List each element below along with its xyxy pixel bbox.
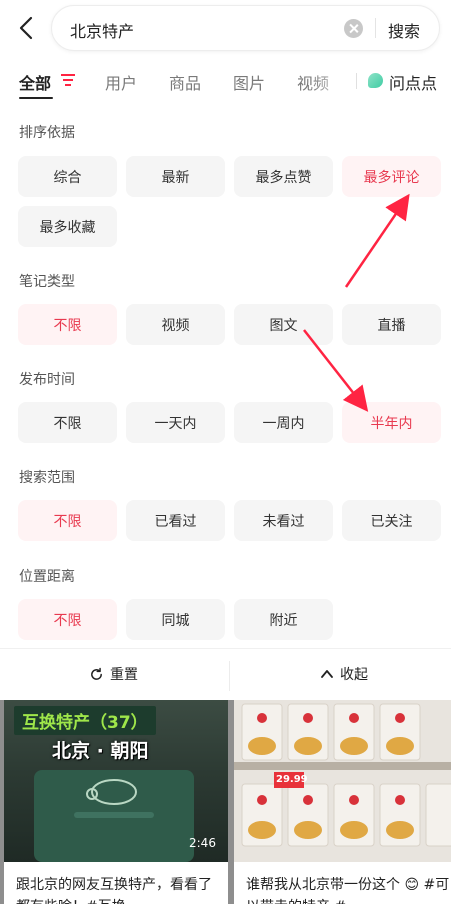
active-tab-indicator: [19, 97, 53, 99]
distance-title: 位置距离: [19, 569, 75, 585]
note-cover-badge: 互换特产（37）: [14, 706, 156, 735]
collapse-button[interactable]: 收起: [320, 664, 368, 684]
note-type-any[interactable]: 不限: [18, 304, 117, 345]
clear-icon[interactable]: [344, 19, 363, 38]
publish-time-day[interactable]: 一天内: [126, 402, 225, 443]
video-duration: 2:46: [189, 836, 216, 850]
sort-option-most-comments[interactable]: 最多评论: [342, 156, 441, 197]
action-divider: [229, 661, 230, 691]
category-tabs: 全部 用户 商品 图片 视频 问点点: [0, 60, 451, 100]
publish-time-week[interactable]: 一周内: [234, 402, 333, 443]
results-feed: 互换特产（37） 北京 · 朝阳 2:46 跟北京的网友互换特产，看看了都有些啥…: [0, 700, 451, 904]
tab-users[interactable]: 用户: [105, 70, 137, 94]
price-tag: 29.99: [276, 774, 308, 785]
reset-button[interactable]: 重置: [89, 664, 138, 684]
bakery-shelf-illustration: [234, 700, 451, 862]
scope-unviewed[interactable]: 未看过: [234, 500, 333, 541]
note-cover-image: 29.99: [234, 700, 451, 862]
tabs-separator: [356, 73, 357, 89]
reset-label: 重置: [110, 667, 138, 683]
note-cover-image: 互换特产（37） 北京 · 朝阳 2:46: [4, 700, 228, 862]
note-title: 跟北京的网友互换特产，看看了都有些啥！#互换...: [16, 877, 212, 904]
note-card[interactable]: 29.99 谁帮我从北京带一份这个 😊 #可以带走的特产 #...: [234, 700, 451, 904]
search-divider: [375, 18, 376, 38]
publish-time-title: 发布时间: [19, 372, 75, 388]
search-scope-title: 搜索范围: [19, 470, 75, 486]
search-box[interactable]: 北京特产 搜索: [51, 5, 440, 51]
sort-option-most-favorites[interactable]: 最多收藏: [18, 206, 117, 247]
tab-ask[interactable]: 问点点: [389, 70, 437, 94]
arrow-to-most-comments: [344, 193, 410, 288]
tabs-fade: [310, 68, 358, 94]
chevron-up-icon: [321, 670, 333, 678]
scope-viewed[interactable]: 已看过: [126, 500, 225, 541]
note-cover-location: 北京 · 朝阳: [52, 740, 149, 762]
refresh-icon: [91, 667, 102, 680]
note-type-video[interactable]: 视频: [126, 304, 225, 345]
tab-all[interactable]: 全部: [19, 70, 51, 94]
sort-title: 排序依据: [19, 125, 75, 141]
filter-icon[interactable]: [61, 74, 75, 86]
back-button[interactable]: [14, 14, 40, 42]
tab-products[interactable]: 商品: [169, 70, 201, 94]
collapse-label: 收起: [340, 667, 368, 683]
sort-option-newest[interactable]: 最新: [126, 156, 225, 197]
scope-followed[interactable]: 已关注: [342, 500, 441, 541]
search-button[interactable]: 搜索: [388, 18, 420, 42]
note-type-title: 笔记类型: [19, 274, 75, 290]
distance-nearby[interactable]: 附近: [234, 599, 333, 640]
publish-time-any[interactable]: 不限: [18, 402, 117, 443]
search-input[interactable]: 北京特产: [70, 18, 134, 42]
sort-option-comprehensive[interactable]: 综合: [18, 156, 117, 197]
note-card[interactable]: 互换特产（37） 北京 · 朝阳 2:46 跟北京的网友互换特产，看看了都有些啥…: [4, 700, 228, 904]
distance-same-city[interactable]: 同城: [126, 599, 225, 640]
scope-any[interactable]: 不限: [18, 500, 117, 541]
chevron-left-icon: [19, 16, 33, 40]
sort-option-most-likes[interactable]: 最多点赞: [234, 156, 333, 197]
filter-action-bar: 重置 收起: [0, 648, 451, 700]
distance-any[interactable]: 不限: [18, 599, 117, 640]
publish-time-half-year[interactable]: 半年内: [342, 402, 441, 443]
ask-bubble-icon: [368, 73, 383, 88]
note-type-live[interactable]: 直播: [342, 304, 441, 345]
tab-images[interactable]: 图片: [233, 70, 265, 94]
note-title: 谁帮我从北京带一份这个 😊 #可以带走的特产 #...: [246, 877, 450, 904]
top-bar: 北京特产 搜索: [0, 0, 451, 56]
note-type-image-text[interactable]: 图文: [234, 304, 333, 345]
